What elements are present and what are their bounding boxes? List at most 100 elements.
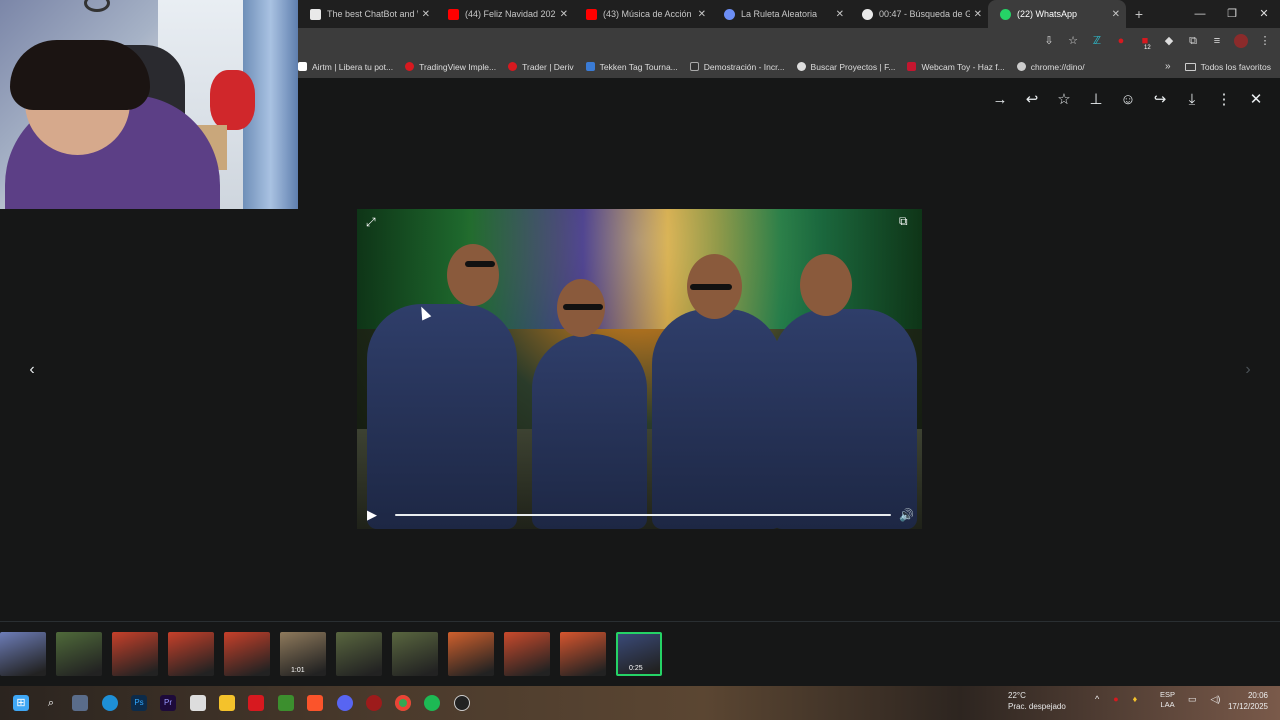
webcam-toy-icon (907, 62, 917, 71)
spotify-icon[interactable] (424, 695, 440, 711)
bookmarks-overflow-button[interactable]: » (1165, 61, 1171, 72)
file-explorer-icon[interactable] (219, 695, 235, 711)
bookmark-tekken[interactable]: Tekken Tag Tourna... (585, 62, 678, 72)
minecraft-icon[interactable] (278, 695, 294, 711)
photoshop-icon[interactable]: Ps (131, 695, 147, 711)
media-thumbnail[interactable] (392, 632, 438, 676)
tab-title: La Ruleta Aleatoria (741, 9, 818, 19)
extension-icon[interactable]: ◆ (1162, 34, 1176, 48)
youtube-icon (586, 8, 597, 20)
app-icon[interactable] (366, 695, 382, 711)
new-tab-button[interactable]: + (1126, 6, 1152, 22)
more-options-icon[interactable]: ⋮ (1214, 90, 1234, 110)
deriv-icon (508, 62, 518, 71)
reply-icon[interactable]: ↩ (1022, 90, 1042, 110)
media-thumbnail[interactable] (112, 632, 158, 676)
tab-ruleta[interactable]: La Ruleta Aleatoria ✕ (712, 0, 850, 28)
picture-in-picture-icon[interactable]: ⧉ (899, 214, 908, 229)
video-person-face (447, 244, 499, 306)
video-seek-bar[interactable] (395, 513, 891, 516)
store-icon[interactable] (190, 695, 206, 711)
install-app-icon[interactable]: ⇩ (1042, 34, 1056, 48)
media-thumbnail[interactable] (560, 632, 606, 676)
media-thumbnail[interactable] (448, 632, 494, 676)
language-indicator[interactable]: ESP LAA (1160, 690, 1175, 710)
extension-icon[interactable]: ● (1114, 34, 1128, 48)
star-icon[interactable]: ☆ (1054, 90, 1074, 110)
bookmark-trader-deriv[interactable]: Trader | Deriv (508, 62, 574, 72)
deriv-app-icon[interactable] (248, 695, 264, 711)
microphone-icon[interactable]: ♦ (1133, 694, 1138, 704)
premiere-icon[interactable]: Pr (160, 695, 176, 711)
tray-overflow-icon[interactable]: ^ (1095, 694, 1099, 704)
minimize-button[interactable]: — (1184, 0, 1216, 28)
media-thumbnail[interactable]: 1:01 (280, 632, 326, 676)
edge-icon[interactable] (102, 695, 118, 711)
browser-tab-strip: The best ChatBot and Wi ✕ (44) Feliz Nav… (298, 0, 1280, 28)
tab-chatbot[interactable]: The best ChatBot and Wi ✕ (298, 0, 436, 28)
extension-badge-icon[interactable]: ■ 12 (1138, 34, 1152, 51)
fullscreen-icon[interactable]: ⤢ (366, 215, 376, 230)
tab-close-icon[interactable]: ✕ (698, 9, 706, 20)
react-emoji-icon[interactable]: ☺ (1118, 90, 1138, 110)
tab-close-icon[interactable]: ✕ (1112, 9, 1120, 20)
bookmark-buscar-proyectos[interactable]: Buscar Proyectos | F... (796, 62, 895, 72)
maximize-button[interactable]: ❐ (1216, 0, 1248, 28)
next-media-chevron-icon[interactable]: › (1238, 360, 1258, 380)
menu-icon[interactable]: ⋮ (1258, 34, 1272, 48)
tab-google-search[interactable]: 00:47 - Búsqueda de Goo ✕ (850, 0, 988, 28)
search-icon[interactable]: ⌕ (43, 695, 59, 711)
media-thumbnail[interactable] (56, 632, 102, 676)
tab-close-icon[interactable]: ✕ (560, 9, 568, 20)
media-thumbnail[interactable] (224, 632, 270, 676)
video-player[interactable] (357, 209, 922, 529)
volume-tray-icon[interactable]: ◁) (1211, 694, 1221, 705)
extension-icon[interactable]: ℤ (1090, 34, 1104, 48)
globe-icon (796, 62, 806, 71)
download-icon[interactable]: ⤓ (1182, 90, 1202, 110)
weather-widget[interactable]: 22°C Prac. despejado (988, 690, 1066, 712)
tab-close-icon[interactable]: ✕ (836, 9, 844, 20)
tray-app-icon[interactable]: ● (1113, 694, 1118, 704)
all-bookmarks-folder[interactable]: Todos los favoritos (1184, 62, 1271, 72)
bookmark-chrome-dino[interactable]: chrome://dino/ (1016, 62, 1085, 72)
tab-musica-accion[interactable]: (43) Música de Acción y S ✕ (574, 0, 712, 28)
demo-icon (689, 62, 699, 71)
discord-icon[interactable] (337, 695, 353, 711)
chrome-icon[interactable] (395, 695, 411, 711)
play-icon[interactable]: ▶ (367, 507, 381, 522)
media-control-icon[interactable]: ≡ (1210, 34, 1224, 48)
taskbar-clock[interactable]: 20:06 17/12/2025 (1222, 690, 1268, 712)
tab-close-icon[interactable]: ✕ (974, 9, 982, 20)
bookmark-demostracion[interactable]: Demostración - Incr... (689, 62, 785, 72)
puzzle-icon[interactable]: ⧉ (1186, 34, 1200, 48)
window-close-button[interactable]: ✕ (1248, 0, 1280, 28)
volume-icon[interactable]: 🔊 (899, 508, 914, 522)
network-icon[interactable]: ▭ (1188, 694, 1197, 705)
go-to-message-icon[interactable]: → (990, 90, 1010, 110)
media-thumbnail[interactable] (168, 632, 214, 676)
game-app-icon[interactable] (72, 695, 88, 711)
forward-icon[interactable]: ↪ (1150, 90, 1170, 110)
obs-icon[interactable] (454, 695, 470, 711)
media-thumbnail[interactable] (336, 632, 382, 676)
brave-icon[interactable] (307, 695, 323, 711)
bookmark-airtm[interactable]: Airtm | Libera tu pot... (298, 62, 393, 72)
bookmark-tradingview[interactable]: TradingView Imple... (405, 62, 496, 72)
windows-start-icon[interactable]: ⊞ (13, 695, 29, 711)
pin-icon[interactable]: ⊥ (1086, 90, 1106, 110)
profile-avatar-icon[interactable] (1234, 34, 1248, 48)
previous-media-chevron-icon[interactable]: ‹ (22, 360, 42, 380)
media-thumbnail[interactable] (504, 632, 550, 676)
tab-feliz-navidad[interactable]: (44) Feliz Navidad 2025 - ✕ (436, 0, 574, 28)
weather-description: Prac. despejado (1008, 702, 1066, 711)
tab-close-icon[interactable]: ✕ (422, 9, 430, 20)
close-viewer-icon[interactable]: ✕ (1246, 90, 1266, 110)
language-code: ESP (1160, 690, 1176, 699)
media-thumbnail[interactable]: 0:25 (616, 632, 662, 676)
bookmark-webcam-toy[interactable]: Webcam Toy - Haz f... (907, 62, 1005, 72)
tab-whatsapp[interactable]: (22) WhatsApp ✕ (988, 0, 1126, 28)
windows-taskbar: ⊞ ⌕ Ps Pr (0, 686, 1280, 720)
media-thumbnail[interactable] (0, 632, 46, 676)
bookmark-star-icon[interactable]: ☆ (1066, 34, 1080, 48)
